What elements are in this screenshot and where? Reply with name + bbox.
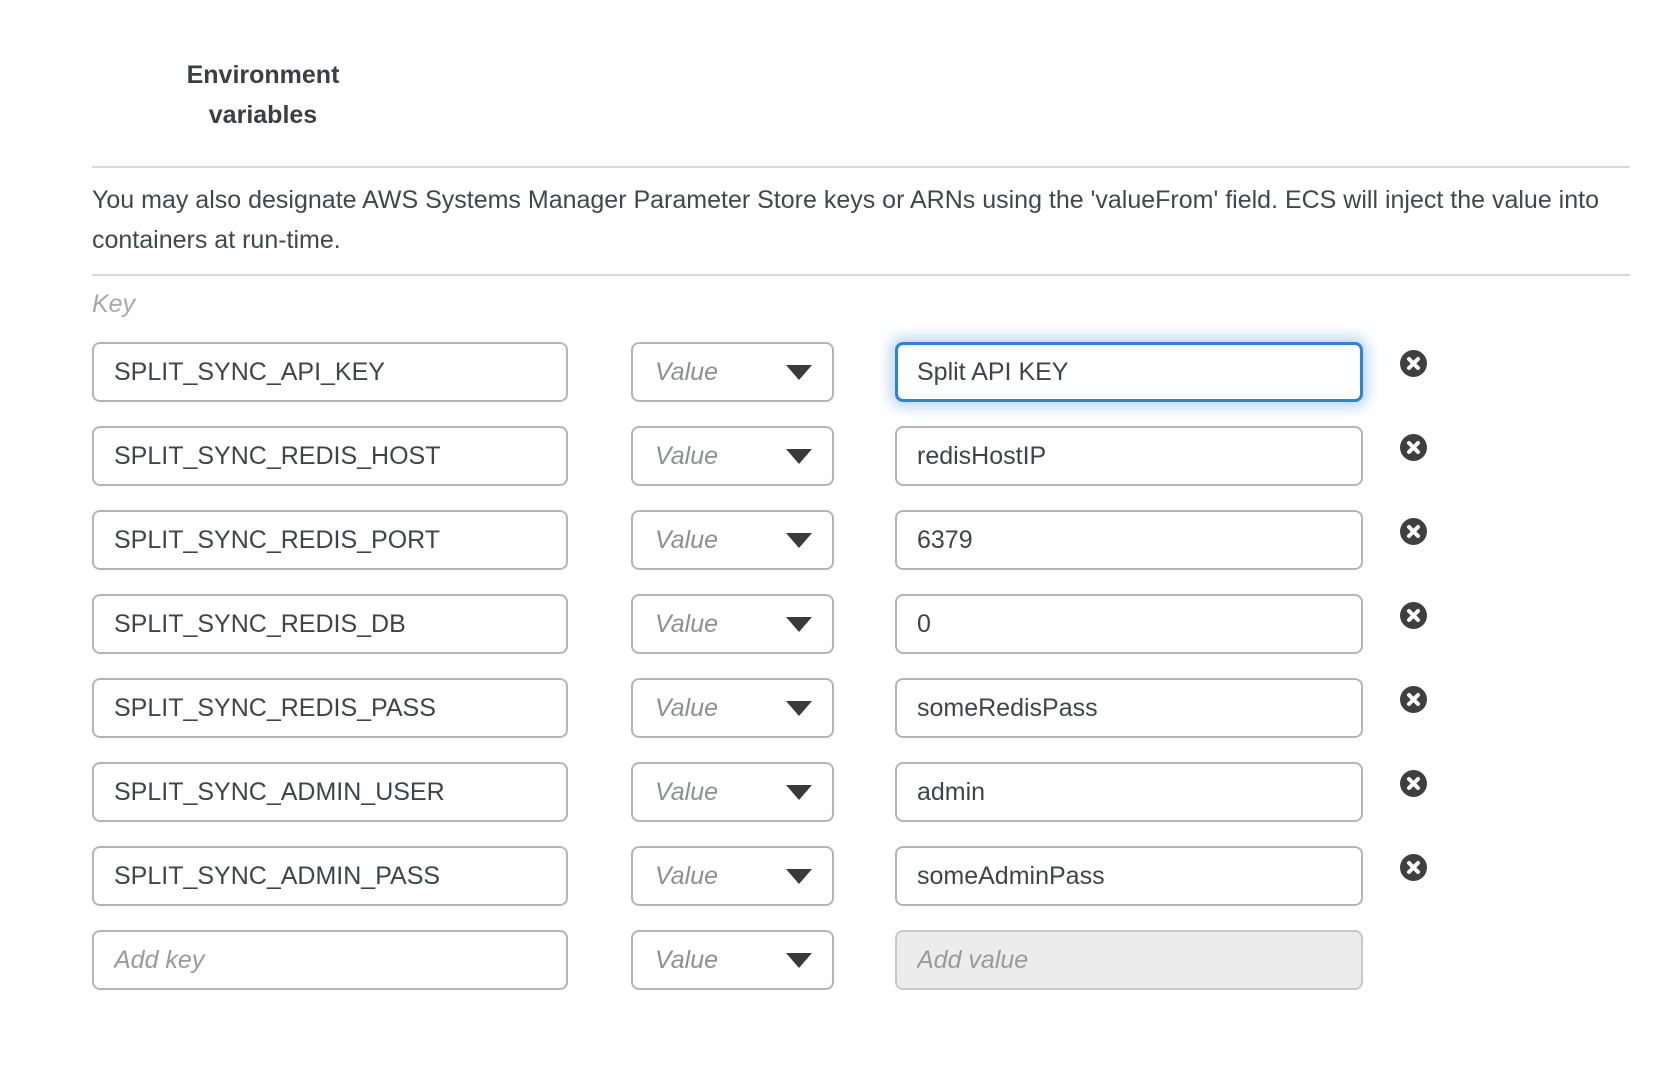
help-text: You may also designate AWS Systems Manag… <box>92 180 1628 260</box>
value-type-select[interactable]: Value <box>631 762 834 822</box>
value-type-select[interactable]: Value <box>631 930 834 990</box>
value-type-select[interactable]: Value <box>631 426 834 486</box>
env-value-input[interactable] <box>895 426 1363 486</box>
value-type-label: Value <box>655 694 718 723</box>
env-var-list: Value Value Value <box>92 342 1630 990</box>
env-value-input[interactable] <box>895 762 1363 822</box>
value-type-label: Value <box>655 946 718 975</box>
caret-down-icon <box>786 869 812 884</box>
value-type-label: Value <box>655 358 718 387</box>
value-type-select[interactable]: Value <box>631 510 834 570</box>
caret-down-icon <box>786 365 812 380</box>
x-circle-icon <box>1400 518 1427 545</box>
value-type-label: Value <box>655 442 718 471</box>
remove-row-button[interactable] <box>1400 434 1427 461</box>
x-circle-icon <box>1400 854 1427 881</box>
env-var-row: Value <box>92 342 1630 402</box>
env-key-input[interactable] <box>92 762 568 822</box>
remove-row-button[interactable] <box>1400 770 1427 797</box>
x-circle-icon <box>1400 350 1427 377</box>
remove-row-button[interactable] <box>1400 686 1427 713</box>
value-type-select[interactable]: Value <box>631 594 834 654</box>
value-type-label: Value <box>655 778 718 807</box>
caret-down-icon <box>786 701 812 716</box>
env-var-row: Value <box>92 846 1630 906</box>
env-value-input[interactable] <box>895 846 1363 906</box>
env-value-input[interactable] <box>895 342 1363 402</box>
caret-down-icon <box>786 785 812 800</box>
x-circle-icon <box>1400 770 1427 797</box>
x-circle-icon <box>1400 434 1427 461</box>
env-var-row: Value <box>92 426 1630 486</box>
x-circle-icon <box>1400 686 1427 713</box>
environment-variables-section-label: Environment variables <box>163 55 363 135</box>
env-key-input[interactable] <box>92 426 568 486</box>
caret-down-icon <box>786 533 812 548</box>
env-key-input[interactable] <box>92 678 568 738</box>
remove-row-button[interactable] <box>1400 518 1427 545</box>
add-key-input[interactable] <box>92 930 568 990</box>
divider-top <box>92 166 1630 168</box>
key-column-label: Key <box>92 292 1630 317</box>
caret-down-icon <box>786 449 812 464</box>
env-key-input[interactable] <box>92 510 568 570</box>
value-type-select[interactable]: Value <box>631 678 834 738</box>
env-value-input[interactable] <box>895 594 1363 654</box>
env-var-row: Value <box>92 678 1630 738</box>
value-type-label: Value <box>655 862 718 891</box>
env-key-input[interactable] <box>92 846 568 906</box>
remove-row-button[interactable] <box>1400 854 1427 881</box>
remove-button-spacer <box>1400 930 1427 957</box>
env-var-row: Value <box>92 762 1630 822</box>
env-key-input[interactable] <box>92 342 568 402</box>
env-var-row: Value <box>92 510 1630 570</box>
divider-bottom <box>92 274 1630 276</box>
caret-down-icon <box>786 617 812 632</box>
value-type-select[interactable]: Value <box>631 342 834 402</box>
env-var-row: Value <box>92 594 1630 654</box>
caret-down-icon <box>786 953 812 968</box>
value-type-select[interactable]: Value <box>631 846 834 906</box>
x-circle-icon <box>1400 602 1427 629</box>
value-type-label: Value <box>655 610 718 639</box>
value-type-label: Value <box>655 526 718 555</box>
add-env-var-row: Value <box>92 930 1630 990</box>
env-key-input[interactable] <box>92 594 568 654</box>
remove-row-button[interactable] <box>1400 602 1427 629</box>
add-value-input[interactable] <box>895 930 1363 990</box>
remove-row-button[interactable] <box>1400 350 1427 377</box>
env-value-input[interactable] <box>895 678 1363 738</box>
env-value-input[interactable] <box>895 510 1363 570</box>
